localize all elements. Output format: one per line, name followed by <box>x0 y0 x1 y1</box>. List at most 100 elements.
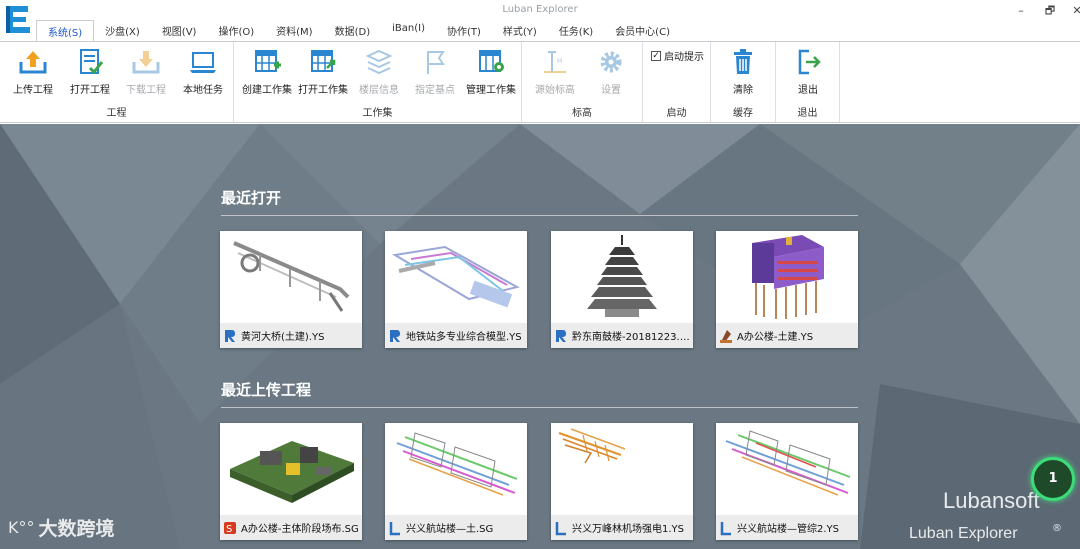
base-point-button[interactable]: 指定基点 <box>406 48 464 96</box>
flag-icon <box>427 51 445 74</box>
recent-project-name: 黄河大桥(土建).YS <box>241 332 325 343</box>
group-startup: ✓ 启动提示 启动 <box>643 42 711 122</box>
download-icon <box>132 51 160 74</box>
create-workset-icon <box>255 50 281 72</box>
luban-mep-icon <box>389 521 400 535</box>
recent-opened-divider <box>221 215 858 216</box>
luban-civil-icon <box>720 329 732 343</box>
uploaded-project-card[interactable]: S A办公楼-主体阶段场布.SG <box>220 423 362 540</box>
settings-label: 设置 <box>601 85 621 96</box>
recent-project-name: 黔东南鼓楼-20181223.YS <box>572 332 692 343</box>
tab-collaboration[interactable]: 协作(T) <box>436 20 492 42</box>
uploaded-project-card[interactable]: 兴义航站楼—管综2.YS <box>716 423 858 540</box>
tab-view[interactable]: 视图(V) <box>151 20 208 42</box>
watermark: K°° 大数跨境 <box>8 514 115 541</box>
group-cache-label: 缓存 <box>733 108 753 119</box>
open-workset-button[interactable]: 打开工作集 <box>294 48 352 96</box>
open-workset-label: 打开工作集 <box>298 85 348 96</box>
uploaded-project-caption: 兴义航站楼—土.SG <box>385 515 527 540</box>
recent-project-caption: 地铁站多专业综合模型.YS <box>385 323 527 348</box>
source-elevation-label: 源始标高 <box>535 85 575 96</box>
open-workset-icon <box>311 50 336 72</box>
startup-tip-checkmark: ✓ <box>651 50 661 61</box>
open-project-label: 打开工程 <box>70 85 110 96</box>
group-workset: 创建工作集 打开工作集 楼层信息 指定基点 管理工作集 工作集 <box>234 42 522 122</box>
exit-label: 退出 <box>798 85 818 96</box>
registered-mark: ® <box>1052 523 1062 534</box>
uploaded-project-card[interactable]: 兴义万峰林机场强电1.YS <box>551 423 693 540</box>
recent-project-caption: 黄河大桥(土建).YS <box>220 323 362 348</box>
recent-project-card[interactable]: 黄河大桥(土建).YS <box>220 231 362 348</box>
luban-mep-icon <box>555 521 566 535</box>
group-startup-label: 启动 <box>666 108 687 119</box>
open-project-button[interactable]: 打开工程 <box>61 48 119 96</box>
revit-icon <box>390 329 400 342</box>
uploaded-project-name: A办公楼-主体阶段场布.SG <box>241 524 359 535</box>
polygon-background <box>0 124 1080 549</box>
tab-iban[interactable]: iBan(I) <box>381 20 436 42</box>
open-project-icon <box>80 49 104 75</box>
recent-project-caption: 黔东南鼓楼-20181223.YS <box>551 323 693 348</box>
source-elevation-button[interactable]: H 源始标高 <box>526 48 584 96</box>
clear-cache-button[interactable]: 清除 <box>714 48 772 96</box>
uploaded-project-caption: S A办公楼-主体阶段场布.SG <box>220 515 362 540</box>
uploaded-project-caption: 兴义万峰林机场强电1.YS <box>551 515 693 540</box>
tab-data[interactable]: 数据(D) <box>324 20 382 42</box>
menu-tabs: 系统(S) 沙盘(X) 视图(V) 操作(O) 资料(M) 数据(D) iBan… <box>36 20 681 42</box>
revit-icon <box>556 329 566 342</box>
upload-project-button[interactable]: 上传工程 <box>4 48 62 96</box>
brand-lubansoft: Lubansoft <box>943 488 1040 513</box>
startup-tip-checkbox[interactable]: ✓ 启动提示 <box>651 48 704 63</box>
watermark-logo: K°° <box>8 518 35 537</box>
watermark-text: 大数跨境 <box>38 518 115 540</box>
recent-uploaded-divider <box>221 407 858 408</box>
recent-project-card[interactable]: A办公楼-土建.YS <box>716 231 858 348</box>
gear-icon <box>600 51 622 73</box>
metro-station-model-thumbnail <box>385 231 527 323</box>
restore-button[interactable]: 🗗 <box>1039 4 1061 18</box>
tab-material[interactable]: 资料(M) <box>265 20 323 42</box>
upload-project-label: 上传工程 <box>13 85 53 96</box>
tab-member-center[interactable]: 会员中心(C) <box>604 20 681 42</box>
settings-button[interactable]: 设置 <box>582 48 640 96</box>
recent-project-card[interactable]: 黔东南鼓楼-20181223.YS <box>551 231 693 348</box>
notification-badge[interactable]: 1 <box>1031 457 1075 501</box>
download-project-label: 下载工程 <box>126 85 166 96</box>
manage-workset-button[interactable]: 管理工作集 <box>462 48 520 96</box>
floor-info-label: 楼层信息 <box>359 85 399 96</box>
recent-project-card[interactable]: 地铁站多专业综合模型.YS <box>385 231 527 348</box>
tab-sandbox[interactable]: 沙盘(X) <box>94 20 151 42</box>
uploaded-project-card[interactable]: 兴义航站楼—土.SG <box>385 423 527 540</box>
start-page: 最近打开 黄河大桥(土建).YS 地铁站多专业综合模型.YS 黔东南鼓楼-201… <box>0 124 1080 549</box>
group-elevation-label: 标高 <box>572 108 592 119</box>
local-task-button[interactable]: 本地任务 <box>174 48 232 96</box>
floor-info-button[interactable]: 楼层信息 <box>350 48 408 96</box>
manage-workset-icon <box>479 50 504 72</box>
clear-cache-label: 清除 <box>733 85 753 96</box>
exit-button[interactable]: 退出 <box>779 48 837 96</box>
tab-style[interactable]: 样式(Y) <box>492 20 548 42</box>
window-title: Luban Explorer <box>502 4 578 15</box>
uploaded-project-name: 兴义万峰林机场强电1.YS <box>572 524 684 535</box>
create-workset-button[interactable]: 创建工作集 <box>238 48 296 96</box>
svg-text:H: H <box>557 57 562 65</box>
minimize-button[interactable]: – <box>1010 4 1032 18</box>
startup-tip-label: 启动提示 <box>664 52 704 63</box>
revit-icon <box>225 329 235 342</box>
download-project-button[interactable]: 下载工程 <box>117 48 175 96</box>
laptop-icon <box>190 52 216 73</box>
tab-task[interactable]: 任务(K) <box>548 20 604 42</box>
elevation-icon: H <box>544 51 566 73</box>
floor-layers-icon <box>365 49 393 75</box>
recent-opened-title: 最近打开 <box>221 189 282 207</box>
luban-mep-icon <box>720 521 731 535</box>
drum-tower-model-thumbnail <box>551 231 693 323</box>
terminal-civil-model-thumbnail <box>385 423 527 515</box>
tab-operation[interactable]: 操作(O) <box>207 20 265 42</box>
recent-project-name: A办公楼-土建.YS <box>737 332 814 343</box>
group-project-label: 工程 <box>106 108 127 119</box>
close-button[interactable]: ✕ <box>1066 4 1080 18</box>
upload-icon <box>19 51 47 74</box>
tab-system[interactable]: 系统(S) <box>36 20 95 42</box>
create-workset-label: 创建工作集 <box>242 85 292 96</box>
